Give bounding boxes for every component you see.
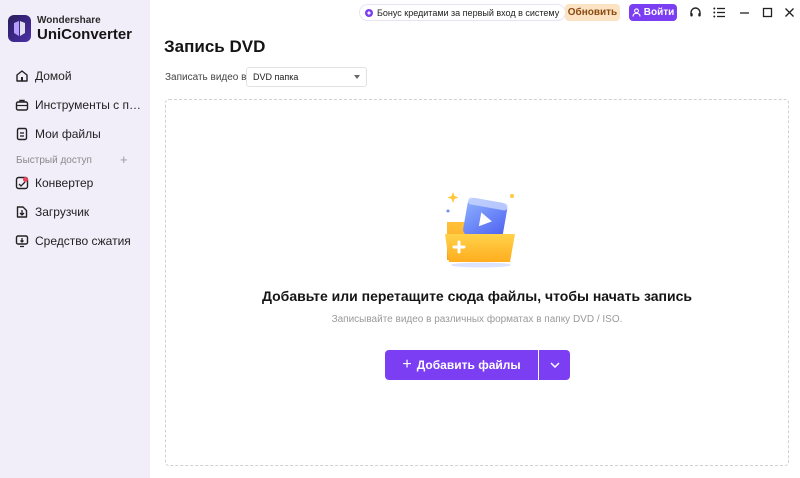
home-icon (15, 69, 29, 83)
credit-coin-icon (365, 8, 373, 17)
minimize-icon[interactable] (737, 5, 751, 19)
add-files-button[interactable]: + Добавить файлы (385, 350, 538, 380)
app-logo: Wondershare UniConverter (8, 15, 132, 42)
maximize-icon[interactable] (760, 5, 774, 19)
record-to-select[interactable]: DVD папка (246, 67, 367, 87)
logo-product: UniConverter (37, 25, 133, 43)
close-icon[interactable] (782, 5, 796, 19)
add-files-dropdown-button[interactable] (539, 350, 570, 380)
sidebar: Wondershare UniConverter Домой Инструмен… (0, 0, 150, 478)
sidebar-item-label: Конвертер (35, 176, 94, 190)
sidebar-item-label: Инструменты с под... (35, 98, 141, 112)
promo-banner[interactable]: Бонус кредитами за первый вход в систему (359, 4, 567, 21)
chevron-down-icon (354, 75, 360, 79)
login-label: Войти (643, 7, 675, 18)
login-button[interactable]: Войти (629, 4, 677, 21)
update-button[interactable]: Обновить (565, 4, 620, 21)
sidebar-item-label: Домой (35, 69, 72, 83)
uniconverter-logo-icon (8, 15, 31, 42)
support-headset-icon[interactable] (688, 5, 702, 19)
drop-zone[interactable] (165, 99, 789, 466)
drop-zone-subtitle: Записывайте видео в различных форматах в… (331, 314, 623, 325)
compress-icon (15, 234, 29, 248)
folder-video-illustration-icon (443, 186, 521, 268)
add-files-label: Добавить файлы (416, 358, 521, 372)
logo-brand: Wondershare (37, 14, 101, 26)
quick-access-label: Быстрый доступ (16, 155, 92, 166)
user-icon (632, 8, 641, 17)
drop-zone-title: Добавьте или перетащите сюда файлы, чтоб… (261, 288, 693, 304)
toolbox-icon (15, 98, 29, 112)
record-to-value: DVD папка (253, 72, 299, 82)
sidebar-item-downloader[interactable]: Загрузчик (0, 201, 150, 223)
sidebar-item-label: Загрузчик (35, 205, 90, 219)
download-icon (15, 205, 29, 219)
sidebar-item-converter[interactable]: Конвертер (0, 172, 150, 194)
chevron-down-icon (549, 362, 560, 368)
file-icon (15, 127, 29, 141)
sidebar-item-home[interactable]: Домой (0, 65, 150, 87)
sidebar-item-label: Средство сжатия (35, 234, 131, 248)
sidebar-item-tools[interactable]: Инструменты с под... (0, 94, 150, 116)
promo-text: Бонус кредитами за первый вход в систему (377, 7, 560, 18)
add-quick-access-icon[interactable]: + (120, 152, 128, 167)
converter-icon (15, 176, 29, 190)
sidebar-item-compressor[interactable]: Средство сжатия (0, 230, 150, 252)
page-title: Запись DVD (164, 37, 266, 56)
record-to-label: Записать видео в: (165, 72, 250, 83)
sidebar-item-my-files[interactable]: Мои файлы (0, 123, 150, 145)
menu-list-icon[interactable] (712, 5, 726, 19)
sidebar-item-label: Мои файлы (35, 127, 101, 141)
plus-icon: + (402, 356, 412, 373)
